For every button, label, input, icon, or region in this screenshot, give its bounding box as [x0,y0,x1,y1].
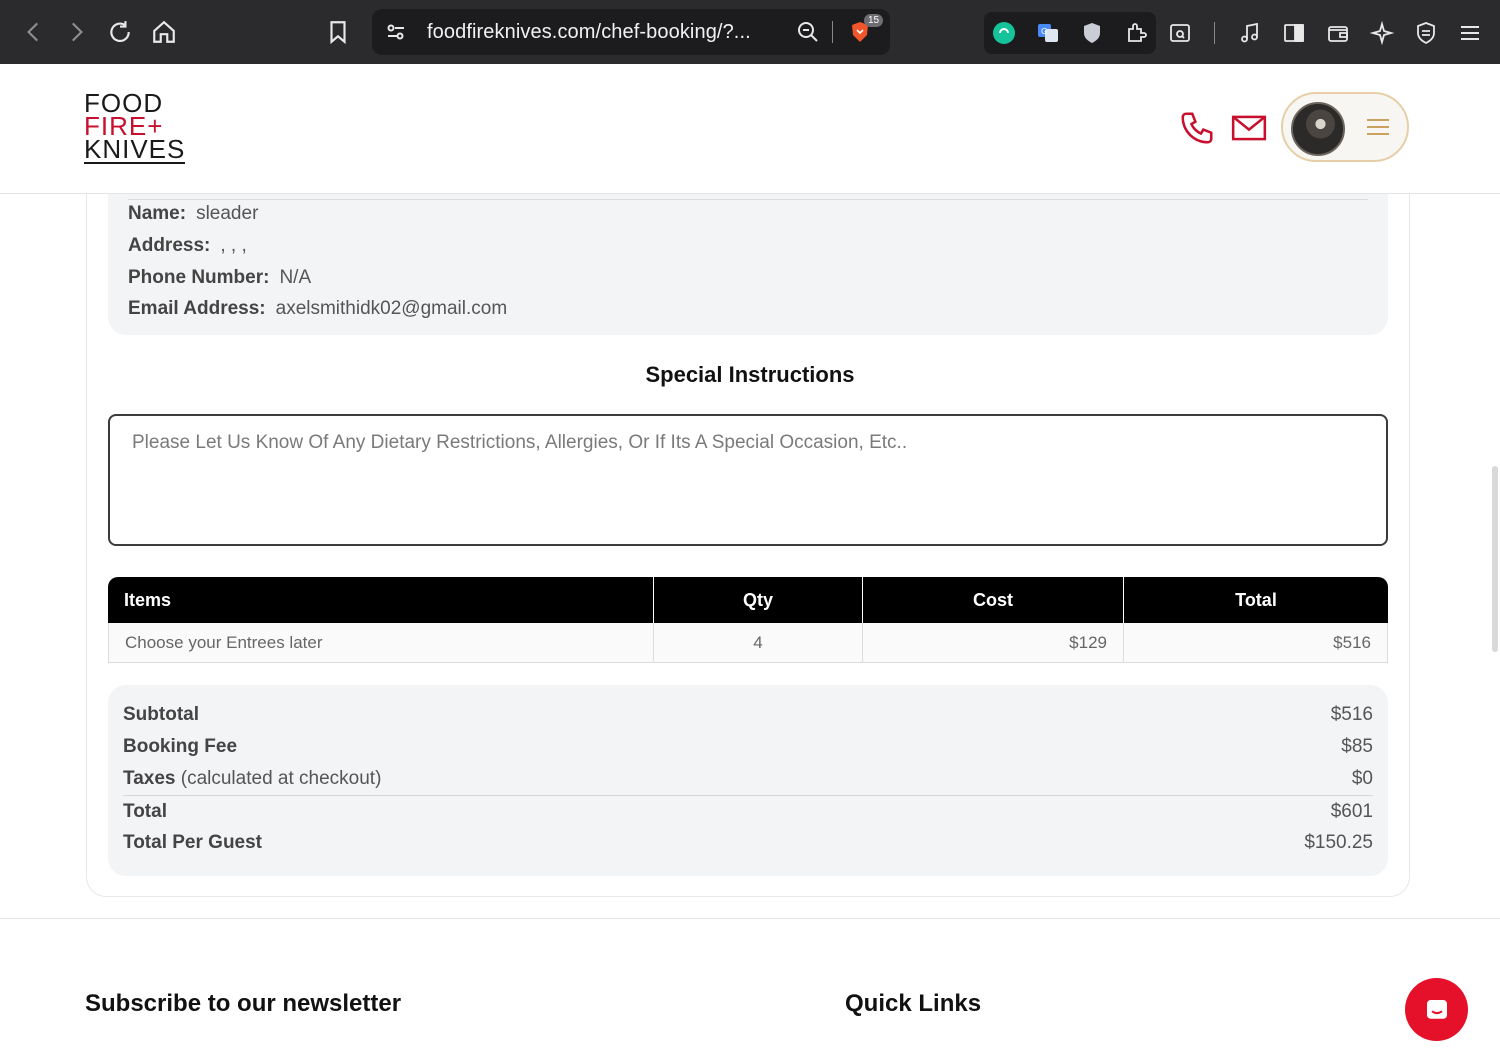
account-menu-button[interactable] [1281,92,1409,162]
col-items-header: Items [108,577,654,623]
booking-fee-row: Booking Fee $85 [123,736,1373,757]
site-settings-icon[interactable] [382,18,410,46]
wallet-icon[interactable] [1324,19,1352,47]
item-name-cell: Choose your Entrees later [108,623,654,663]
divider [123,795,1373,796]
mail-icon[interactable] [1230,109,1268,147]
customer-name: sleader [196,203,259,224]
reload-icon[interactable] [102,14,138,50]
item-cost-cell: $129 [863,623,1124,663]
quick-links-title: Quick Links [845,990,982,1017]
vpn-icon[interactable] [1412,19,1440,47]
item-qty-cell: 4 [654,623,863,663]
page-scrollbar[interactable] [1492,466,1498,652]
chat-icon [1426,999,1447,1019]
booking-fee-value: $85 [1341,736,1373,757]
divider [0,918,1500,919]
col-total-header: Total [1124,577,1388,623]
special-instructions-input[interactable] [108,414,1388,546]
taxes-value: $0 [1351,768,1373,789]
site-logo[interactable]: FOOD FIRE+ KNIVES [84,90,186,164]
svg-text:G: G [1041,27,1047,36]
phone-icon[interactable] [1178,109,1216,147]
divider [128,199,1368,200]
customer-address: , , , [220,235,247,256]
home-icon[interactable] [146,14,182,50]
divider [832,21,833,43]
price-summary: Subtotal $516 Booking Fee $85 Taxes (calcu… [108,685,1388,876]
site-header: FOOD FIRE+ KNIVES [0,64,1500,194]
order-table: Items Qty Cost Total Choose your Entrees… [108,577,1388,663]
table-header-row: Items Qty Cost Total [108,577,1388,623]
hamburger-icon [1367,119,1389,137]
avatar [1291,102,1345,156]
customer-email-row: Email Address: axelsmithidk02@gmail.com [128,298,508,319]
special-instructions-title: Special Instructions [645,362,855,387]
bookmark-icon[interactable] [320,14,356,50]
per-guest-row: Total Per Guest $150.25 [123,832,1373,853]
item-total-cell: $516 [1124,623,1388,663]
customer-info-box: Name: sleader Address:, , , Phone Number:… [108,194,1388,335]
customer-name-row: Name: sleader [128,203,259,224]
chat-launcher-button[interactable] [1405,978,1468,1041]
customer-email: axelsmithidk02@gmail.com [275,298,508,319]
music-icon[interactable] [1236,19,1264,47]
col-cost-header: Cost [863,577,1124,623]
customer-address-row: Address:, , , [128,235,247,256]
shield-count-badge: 15 [864,14,884,27]
newsletter-title: Subscribe to our newsletter [85,990,402,1017]
subtotal-value: $516 [1330,704,1373,725]
customer-phone-row: Phone Number: N/A [128,267,312,288]
customer-phone: N/A [279,267,312,288]
back-icon[interactable] [16,14,52,50]
leo-ai-icon[interactable] [1368,19,1396,47]
extensions-group: G [984,12,1156,54]
browser-menu-icon[interactable] [1456,19,1484,47]
url-text[interactable]: foodfireknives.com/chef-booking/?... [427,21,751,44]
col-qty-header: Qty [654,577,863,623]
address-bar[interactable]: foodfireknives.com/chef-booking/?... [372,9,890,55]
total-row: Total $601 [123,801,1373,822]
sidebar-icon[interactable] [1280,19,1308,47]
forward-icon[interactable] [58,14,94,50]
total-value: $601 [1330,801,1373,822]
divider [1214,22,1215,44]
per-guest-value: $150.25 [1304,832,1373,853]
translate-icon[interactable]: G [1034,19,1062,47]
taxes-row: Taxes (calculated at checkout) $0 [123,768,1373,789]
grammarly-icon[interactable] [990,19,1018,47]
browser-toolbar: foodfireknives.com/chef-booking/?... 15 … [0,0,1500,64]
extensions-puzzle-icon[interactable] [1122,19,1150,47]
privacy-shield-icon[interactable] [1078,19,1106,47]
subtotal-row: Subtotal $516 [123,704,1373,725]
zoom-icon[interactable] [794,18,822,46]
reader-icon[interactable] [1166,19,1194,47]
table-row: Choose your Entrees later 4 $129 $516 [108,623,1388,663]
